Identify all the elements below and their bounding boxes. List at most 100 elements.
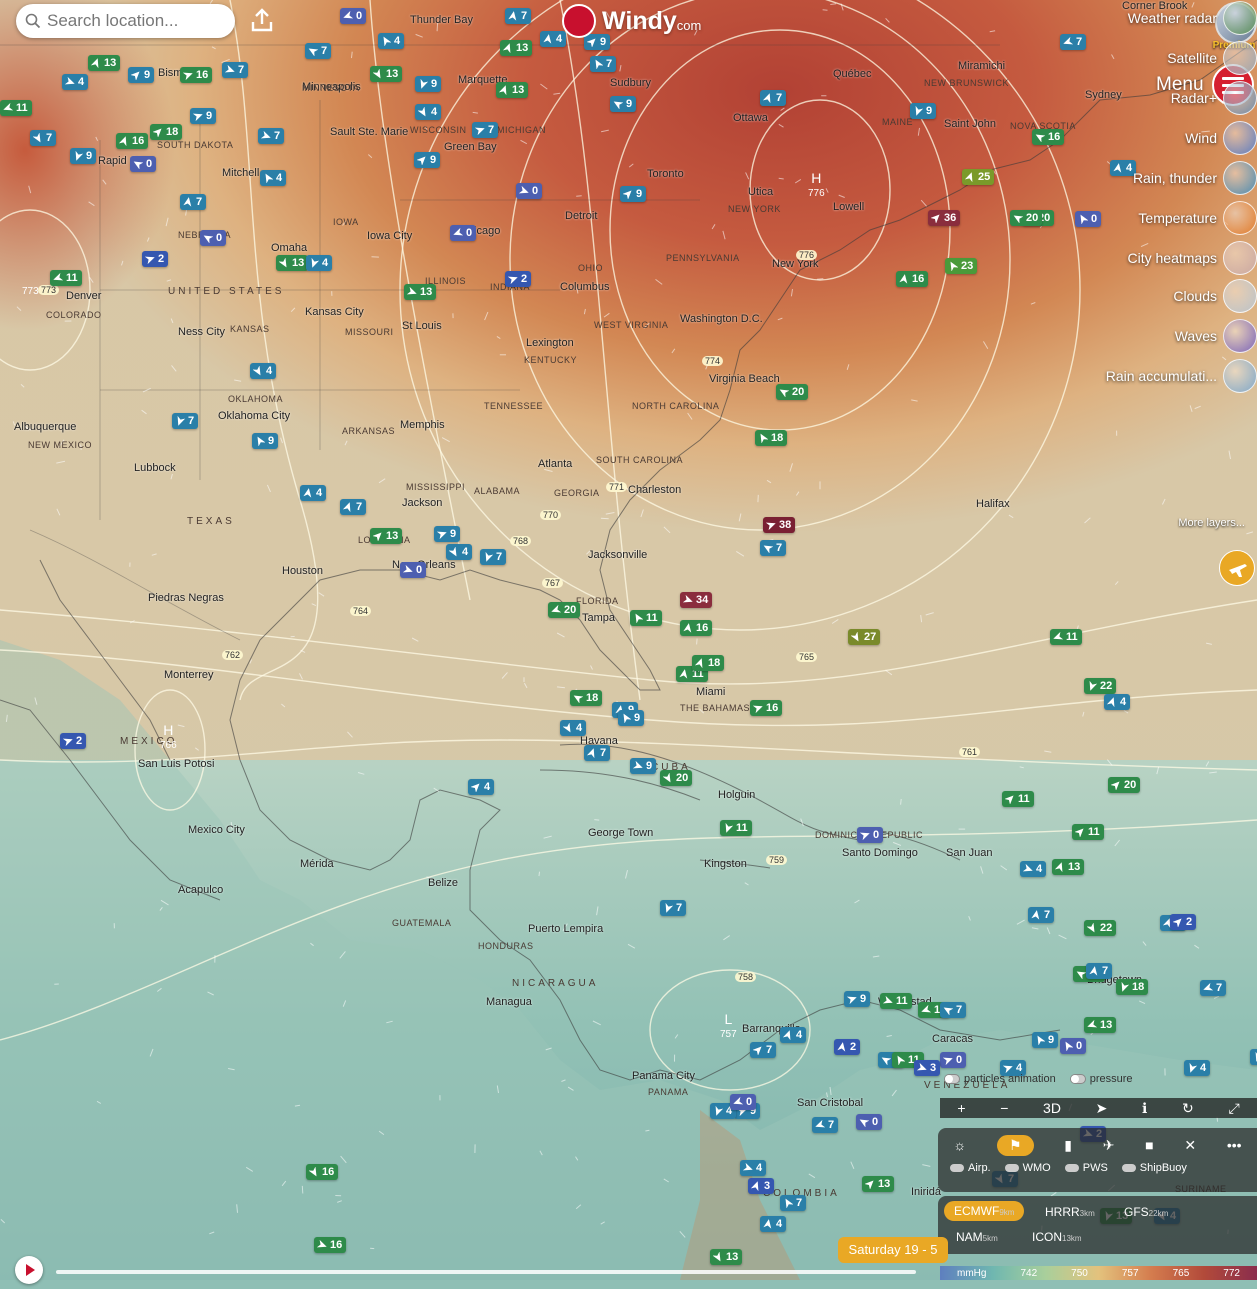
flag-icon[interactable]: ⚑ (997, 1135, 1034, 1156)
wind-station-marker[interactable]: 20 (548, 602, 580, 618)
layer-item[interactable]: Radar+ (1171, 80, 1257, 116)
city-label[interactable]: Managua (486, 996, 532, 1008)
city-label[interactable]: Washington D.C. (680, 313, 763, 325)
wind-station-marker[interactable]: 9 (610, 96, 636, 112)
wind-station-marker[interactable]: 27 (848, 629, 880, 645)
layer-item[interactable]: Clouds (1173, 278, 1257, 314)
wind-station-marker[interactable]: 9 (414, 152, 440, 168)
city-label[interactable]: Québec (833, 68, 872, 80)
wind-station-marker[interactable]: 16 (1032, 129, 1064, 145)
city-label[interactable]: Belize (428, 877, 458, 889)
wind-station-marker[interactable]: 7 (584, 745, 610, 761)
model-icon[interactable]: ICON13km (1032, 1230, 1082, 1244)
wind-station-marker[interactable]: 13 (88, 55, 120, 71)
wind-station-marker[interactable]: 9 (1032, 1032, 1058, 1048)
wind-station-marker[interactable]: 11 (880, 993, 912, 1009)
city-label[interactable]: Mitchell (222, 167, 259, 179)
wind-station-marker[interactable]: 4 (415, 104, 441, 120)
city-label[interactable]: Mexico City (188, 824, 245, 836)
3d-button[interactable]: 3D (1043, 1100, 1061, 1116)
wind-station-marker[interactable]: 7 (340, 499, 366, 515)
wind-station-marker[interactable]: 4 (260, 170, 286, 186)
wind-station-marker[interactable]: 16 (180, 67, 212, 83)
wind-station-marker[interactable]: 0 (450, 225, 476, 241)
refresh-icon[interactable]: ↻ (1182, 1100, 1194, 1117)
wind-station-marker[interactable]: 7 (940, 1002, 966, 1018)
wind-station-marker[interactable]: 20 (1010, 210, 1042, 226)
wind-station-marker[interactable]: 11 (630, 610, 662, 626)
wind-station-marker[interactable]: 7 (780, 1195, 806, 1211)
wind-station-marker[interactable]: 3 (748, 1178, 774, 1194)
city-label[interactable]: Utica (748, 186, 773, 198)
search-input[interactable]: Search location... (16, 4, 235, 38)
wind-station-marker[interactable]: 9 (128, 67, 154, 83)
wind-station-marker[interactable]: 4 (560, 720, 586, 736)
more-layers-link[interactable]: More layers... (1178, 517, 1245, 529)
wind-station-marker[interactable]: 18 (692, 655, 724, 671)
wind-station-marker[interactable]: 4 (780, 1027, 806, 1043)
wind-station-marker[interactable]: 2 (1170, 914, 1196, 930)
date-badge[interactable]: Saturday 19 - 5 (838, 1237, 948, 1263)
wind-station-marker[interactable]: 4 (1020, 861, 1046, 877)
wind-station-marker[interactable]: 11 (50, 270, 82, 286)
city-label[interactable]: Sudbury (610, 77, 651, 89)
wind-station-marker[interactable]: 7 (305, 43, 331, 59)
model-hrrr[interactable]: HRRR3km (1045, 1205, 1095, 1219)
city-label[interactable]: Jackson (402, 497, 442, 509)
wind-station-marker[interactable]: 9 (630, 758, 656, 774)
wind-station-marker[interactable]: 34 (680, 592, 712, 608)
wind-station-marker[interactable]: 7 (812, 1117, 838, 1133)
more-icon[interactable]: ••• (1227, 1137, 1242, 1153)
wind-station-marker[interactable]: 18 (755, 430, 787, 446)
wind-station-marker[interactable]: 0 (400, 562, 426, 578)
city-label[interactable]: Jacksonville (588, 549, 647, 561)
city-label[interactable]: Puerto Lempira (528, 923, 603, 935)
wind-station-marker[interactable]: 4 (1104, 694, 1130, 710)
city-label[interactable]: Ness City (178, 326, 225, 338)
wind-station-marker[interactable]: 0 (856, 1114, 882, 1130)
wind-station-marker[interactable]: 25 (962, 169, 994, 185)
wind-station-marker[interactable]: 7 (1028, 907, 1054, 923)
city-label[interactable]: Iniridá (911, 1186, 941, 1198)
layer-item[interactable]: City heatmaps (1128, 240, 1257, 276)
wind-station-marker[interactable]: 4 (300, 485, 326, 501)
layer-item[interactable]: Weather radar (1128, 0, 1257, 36)
model-gfs[interactable]: GFS22km (1124, 1205, 1168, 1219)
city-label[interactable]: Panama City (632, 1070, 695, 1082)
wind-station-marker[interactable]: 7 (1200, 980, 1226, 996)
wind-station-marker[interactable]: 4 (62, 74, 88, 90)
particles-toggle[interactable]: particles animation (944, 1073, 1056, 1085)
wind-station-marker[interactable]: 22 (1084, 678, 1116, 694)
wind-station-marker[interactable]: 16 (314, 1237, 346, 1253)
wind-station-marker[interactable]: 9 (252, 433, 278, 449)
city-label[interactable]: Monterrey (164, 669, 214, 681)
airplane-filter-icon[interactable]: ✈ (1103, 1137, 1115, 1154)
city-label[interactable]: Sault Ste. Marie (330, 126, 408, 138)
wind-station-marker[interactable]: 20 (776, 384, 808, 400)
wind-station-marker[interactable]: 9 (910, 103, 936, 119)
airplane-icon[interactable] (1219, 550, 1255, 586)
wind-station-marker[interactable]: 16 (750, 700, 782, 716)
city-label[interactable]: Caracas (932, 1033, 973, 1045)
wind-station-marker[interactable]: 3 (914, 1060, 940, 1076)
wind-station-marker[interactable]: 13 (496, 82, 528, 98)
wind-station-marker[interactable]: 7 (750, 1042, 776, 1058)
wind-station-marker[interactable]: 7 (1060, 34, 1086, 50)
wind-station-marker[interactable]: 2 (505, 271, 531, 287)
layer-item[interactable]: Satellite (1167, 40, 1257, 76)
wind-station-marker[interactable]: 0 (200, 230, 226, 246)
wind-station-marker[interactable]: 7 (1086, 963, 1112, 979)
wind-station-marker[interactable]: 9 (620, 186, 646, 202)
wind-station-marker[interactable]: 9 (844, 991, 870, 1007)
city-label[interactable]: Kansas City (305, 306, 364, 318)
wind-station-marker[interactable]: 0 (857, 827, 883, 843)
wind-station-marker[interactable]: 11 (720, 820, 752, 836)
city-label[interactable]: Green Bay (444, 141, 497, 153)
wind-station-marker[interactable]: 11 (1050, 629, 1082, 645)
model-nam[interactable]: NAM5km (956, 1230, 998, 1244)
wind-station-marker[interactable]: 13 (370, 528, 402, 544)
timeline-bar[interactable] (56, 1270, 916, 1274)
city-label[interactable]: Miramichi (958, 60, 1005, 72)
city-label[interactable]: San Juan (946, 847, 992, 859)
share-icon[interactable] (248, 6, 276, 34)
